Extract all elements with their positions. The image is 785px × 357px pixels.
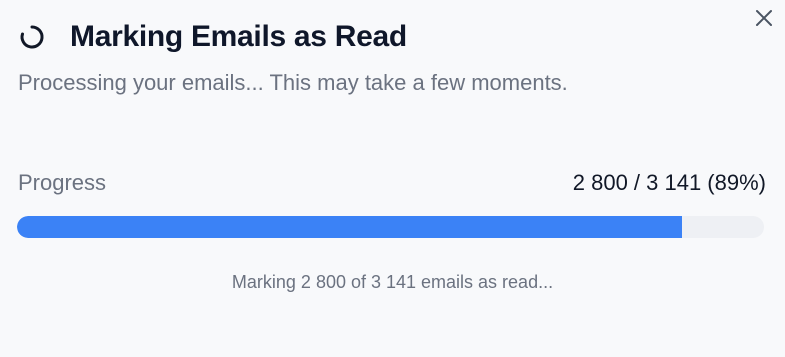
dialog-header: Marking Emails as Read xyxy=(18,18,407,56)
status-message: Marking 2 800 of 3 141 emails as read... xyxy=(231,272,554,292)
close-button[interactable] xyxy=(752,6,776,30)
progress-count: 2 800 / 3 141 (89%) xyxy=(572,170,766,195)
dialog-subtitle: Processing your emails... This may take … xyxy=(18,70,568,95)
progress-dialog: Marking Emails as Read Processing your e… xyxy=(0,0,785,357)
progress-header: Progress 2 800 / 3 141 (89%) xyxy=(18,170,766,196)
loading-spinner-icon xyxy=(18,23,46,51)
progress-label: Progress xyxy=(18,170,107,195)
dialog-title: Marking Emails as Read xyxy=(70,20,407,53)
progress-bar-fill xyxy=(17,216,682,238)
progress-bar xyxy=(17,216,764,238)
close-icon xyxy=(756,10,772,26)
